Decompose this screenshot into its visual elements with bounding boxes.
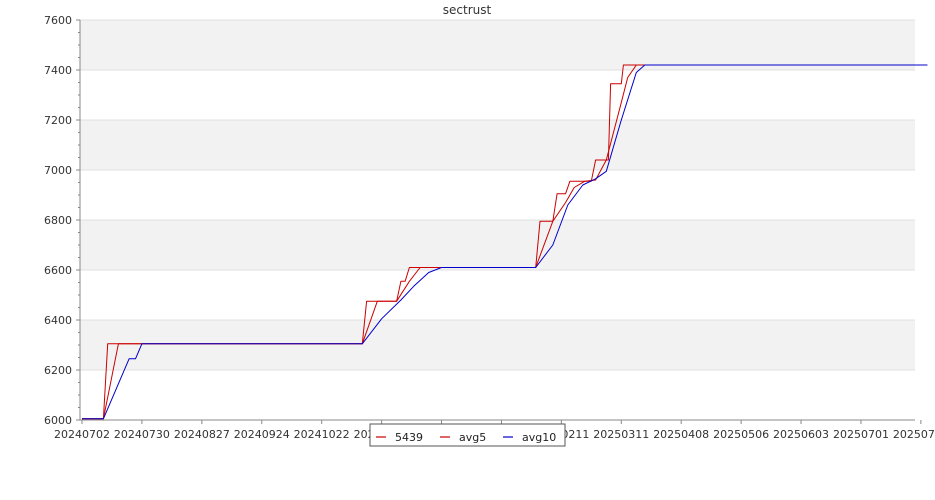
line-chart: sectrust 6000 6200 6400 6600 6800 7000 7200 740… [44, 3, 935, 447]
x-tick-label: 20240730 [114, 428, 170, 441]
x-tick-label: 20240827 [174, 428, 230, 441]
grid-band [80, 320, 915, 370]
legend: 5439 avg5 avg10 [369, 423, 566, 447]
x-tick-label: 20250311 [593, 428, 649, 441]
grid-band [80, 170, 915, 220]
y-tick-label: 6800 [44, 214, 72, 227]
legend-label-avg10: avg10 [522, 431, 556, 444]
x-tick-label: 20250701 [833, 428, 889, 441]
y-tick-label: 6200 [44, 364, 72, 377]
legend-label-avg5: avg5 [459, 431, 486, 444]
x-tick-label: 20250506 [713, 428, 769, 441]
y-tick-label: 6000 [44, 414, 72, 427]
chart-title: sectrust [443, 3, 492, 17]
grid-band [80, 270, 915, 320]
y-axis-ticks: 6000 6200 6400 6600 6800 7000 7200 7400 7600 [44, 14, 80, 427]
y-tick-label: 6600 [44, 264, 72, 277]
y-tick-label: 7600 [44, 14, 72, 27]
grid-band [80, 20, 915, 70]
x-tick-label: 20250729 [893, 428, 935, 441]
x-tick-label: 20250408 [653, 428, 709, 441]
y-tick-label: 7000 [44, 164, 72, 177]
x-tick-label: 20250603 [773, 428, 829, 441]
grid-band [80, 370, 915, 420]
grid-band [80, 70, 915, 120]
grid-band [80, 120, 915, 170]
legend-label-5439: 5439 [395, 431, 423, 444]
grid-band [80, 220, 915, 270]
y-tick-label: 7400 [44, 64, 72, 77]
x-tick-label: 20240924 [234, 428, 290, 441]
y-tick-label: 6400 [44, 314, 72, 327]
x-tick-label: 20240702 [54, 428, 110, 441]
x-tick-label: 20241022 [294, 428, 350, 441]
y-tick-label: 7200 [44, 114, 72, 127]
